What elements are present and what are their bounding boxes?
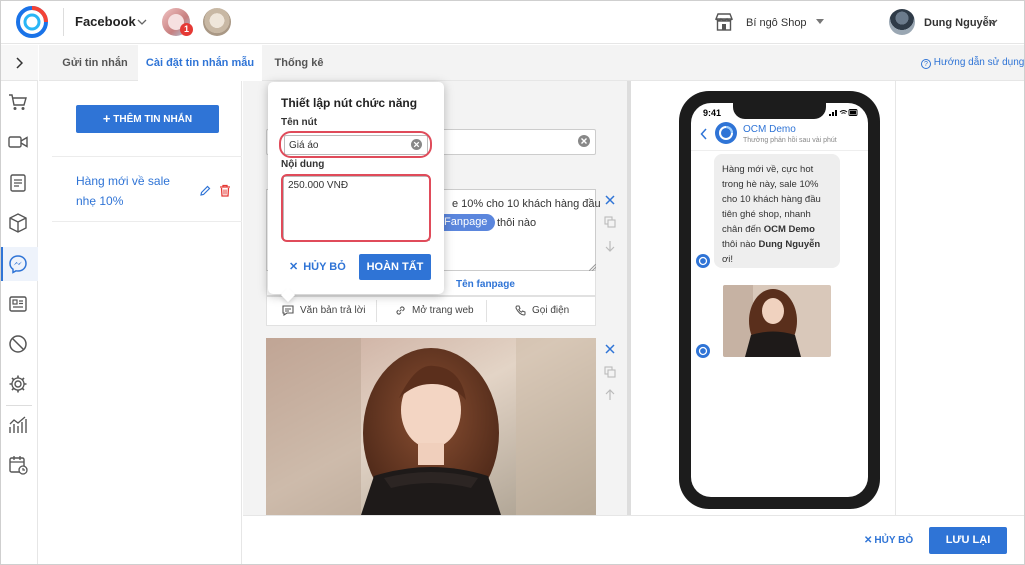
close-icon: ✕ bbox=[864, 535, 873, 546]
msg-customer-name: Dung Nguyễn bbox=[758, 239, 821, 250]
message-list-panel bbox=[52, 81, 242, 565]
message-list-item[interactable]: Hàng mới về sale nhẹ 10% bbox=[76, 171, 188, 211]
chevron-down-icon[interactable] bbox=[137, 18, 147, 26]
message-image[interactable] bbox=[266, 338, 596, 515]
list-divider bbox=[52, 156, 242, 157]
document-icon[interactable] bbox=[7, 172, 29, 194]
channel-name[interactable]: Facebook bbox=[75, 14, 136, 29]
help-icon: ? bbox=[921, 59, 931, 69]
option-text-reply[interactable]: Văn bản trả lời bbox=[282, 296, 365, 326]
copy-icon[interactable] bbox=[604, 216, 616, 228]
cancel-label: HỦY BỎ bbox=[874, 535, 914, 546]
popup-cancel-button[interactable]: ✕ HỦY BỎ bbox=[289, 260, 346, 273]
pencil-icon[interactable] bbox=[199, 185, 211, 197]
close-icon[interactable] bbox=[604, 194, 616, 206]
msg-page-name: OCM Demo bbox=[763, 224, 815, 235]
chart-icon[interactable] bbox=[7, 414, 29, 436]
button-name-label: Tên nút bbox=[281, 117, 318, 128]
form-icon[interactable] bbox=[7, 293, 29, 315]
message-text-line: e 10% cho 10 khách hàng đầu bbox=[452, 198, 601, 210]
status-time: 9:41 bbox=[703, 108, 722, 118]
highlight-outline bbox=[281, 174, 431, 242]
message-icon bbox=[282, 305, 294, 316]
sidebar-divider bbox=[6, 405, 32, 406]
cart-icon[interactable] bbox=[7, 91, 29, 113]
chat-message-bubble: Hàng mới về, cực hot trong hè này, sale … bbox=[714, 154, 840, 268]
button-content-label: Nội dung bbox=[281, 159, 325, 170]
option-text-reply-label: Văn bản trả lời bbox=[300, 305, 366, 316]
popup-title: Thiết lập nút chức năng bbox=[281, 96, 418, 110]
app-logo[interactable] bbox=[16, 6, 48, 38]
block-icon[interactable] bbox=[7, 333, 29, 355]
clear-icon[interactable] bbox=[410, 138, 423, 151]
option-divider bbox=[376, 300, 377, 322]
add-message-label: THÊM TIN NHẮN bbox=[113, 114, 193, 125]
settings-icon[interactable] bbox=[7, 373, 29, 395]
page-avatar-secondary[interactable] bbox=[203, 8, 231, 36]
sidebar-toggle[interactable] bbox=[0, 45, 38, 81]
box-icon[interactable] bbox=[7, 212, 29, 234]
arrow-down-icon[interactable] bbox=[604, 240, 616, 252]
phone-notch bbox=[733, 101, 826, 119]
option-divider bbox=[486, 300, 487, 322]
insert-fanpage-variable[interactable]: Tên fanpage bbox=[456, 279, 515, 290]
chat-image bbox=[723, 285, 831, 357]
popup-cancel-label: HỦY BỎ bbox=[303, 261, 346, 273]
user-avatar[interactable] bbox=[889, 9, 915, 35]
chevron-down-icon[interactable] bbox=[988, 18, 998, 26]
tab-send-message[interactable]: Gửi tin nhắn bbox=[52, 45, 138, 81]
top-header bbox=[0, 0, 1025, 44]
popup-done-button[interactable]: HOÀN TẤT bbox=[359, 254, 431, 280]
arrow-up-icon[interactable] bbox=[604, 389, 616, 401]
copy-icon[interactable] bbox=[604, 366, 616, 378]
add-message-button[interactable]: + THÊM TIN NHẮN bbox=[76, 105, 219, 133]
chat-page-name: OCM Demo bbox=[743, 124, 796, 135]
close-icon: ✕ bbox=[289, 261, 299, 273]
chat-page-subtitle: Thường phản hồi sau vài phút bbox=[743, 137, 837, 144]
msg-text: thôi nào bbox=[722, 239, 759, 250]
sender-avatar bbox=[696, 254, 710, 268]
shop-selector[interactable]: Bí ngô Shop bbox=[746, 17, 807, 29]
msg-text: ơi! bbox=[722, 254, 733, 265]
phone-icon bbox=[515, 305, 526, 316]
close-icon[interactable] bbox=[604, 343, 616, 355]
tab-statistics[interactable]: Thống kê bbox=[262, 45, 336, 81]
shop-icon bbox=[714, 13, 734, 31]
status-bar-icons bbox=[829, 108, 859, 117]
page-logo-avatar bbox=[715, 122, 737, 144]
clear-icon[interactable] bbox=[577, 134, 591, 148]
back-arrow-icon[interactable] bbox=[700, 128, 708, 140]
help-link[interactable]: ? Hướng dẫn sử dụng bbox=[921, 57, 1024, 69]
fanpage-variable-chip[interactable]: Fanpage bbox=[436, 214, 496, 231]
option-call-label: Gọi điện bbox=[532, 305, 570, 316]
caret-down-icon[interactable] bbox=[816, 19, 824, 24]
sidebar-active-indicator bbox=[0, 247, 3, 281]
user-name[interactable]: Dung Nguyễn bbox=[924, 17, 996, 29]
chat-header-divider bbox=[691, 150, 868, 151]
resize-handle-icon[interactable] bbox=[589, 264, 596, 271]
notification-badge: 1 bbox=[180, 23, 193, 36]
calendar-report-icon[interactable] bbox=[7, 454, 29, 476]
messenger-icon[interactable] bbox=[7, 253, 29, 275]
message-text-line: thôi nào bbox=[497, 217, 537, 229]
option-open-web[interactable]: Mở trang web bbox=[395, 296, 474, 326]
video-icon[interactable] bbox=[7, 131, 29, 153]
link-icon bbox=[395, 305, 406, 316]
sender-avatar bbox=[696, 344, 710, 358]
plus-icon: + bbox=[102, 111, 111, 126]
help-link-label: Hướng dẫn sử dụng bbox=[933, 57, 1025, 68]
tab-template-settings[interactable]: Cài đặt tin nhắn mẫu bbox=[138, 45, 262, 81]
option-open-web-label: Mở trang web bbox=[412, 305, 474, 316]
list-divider bbox=[52, 221, 242, 222]
cancel-button[interactable]: ✕ HỦY BỎ bbox=[864, 535, 913, 546]
save-button[interactable]: LƯU LẠI bbox=[929, 527, 1007, 554]
option-call[interactable]: Gọi điện bbox=[515, 296, 569, 326]
trash-icon[interactable] bbox=[219, 184, 231, 197]
header-divider bbox=[63, 8, 64, 36]
